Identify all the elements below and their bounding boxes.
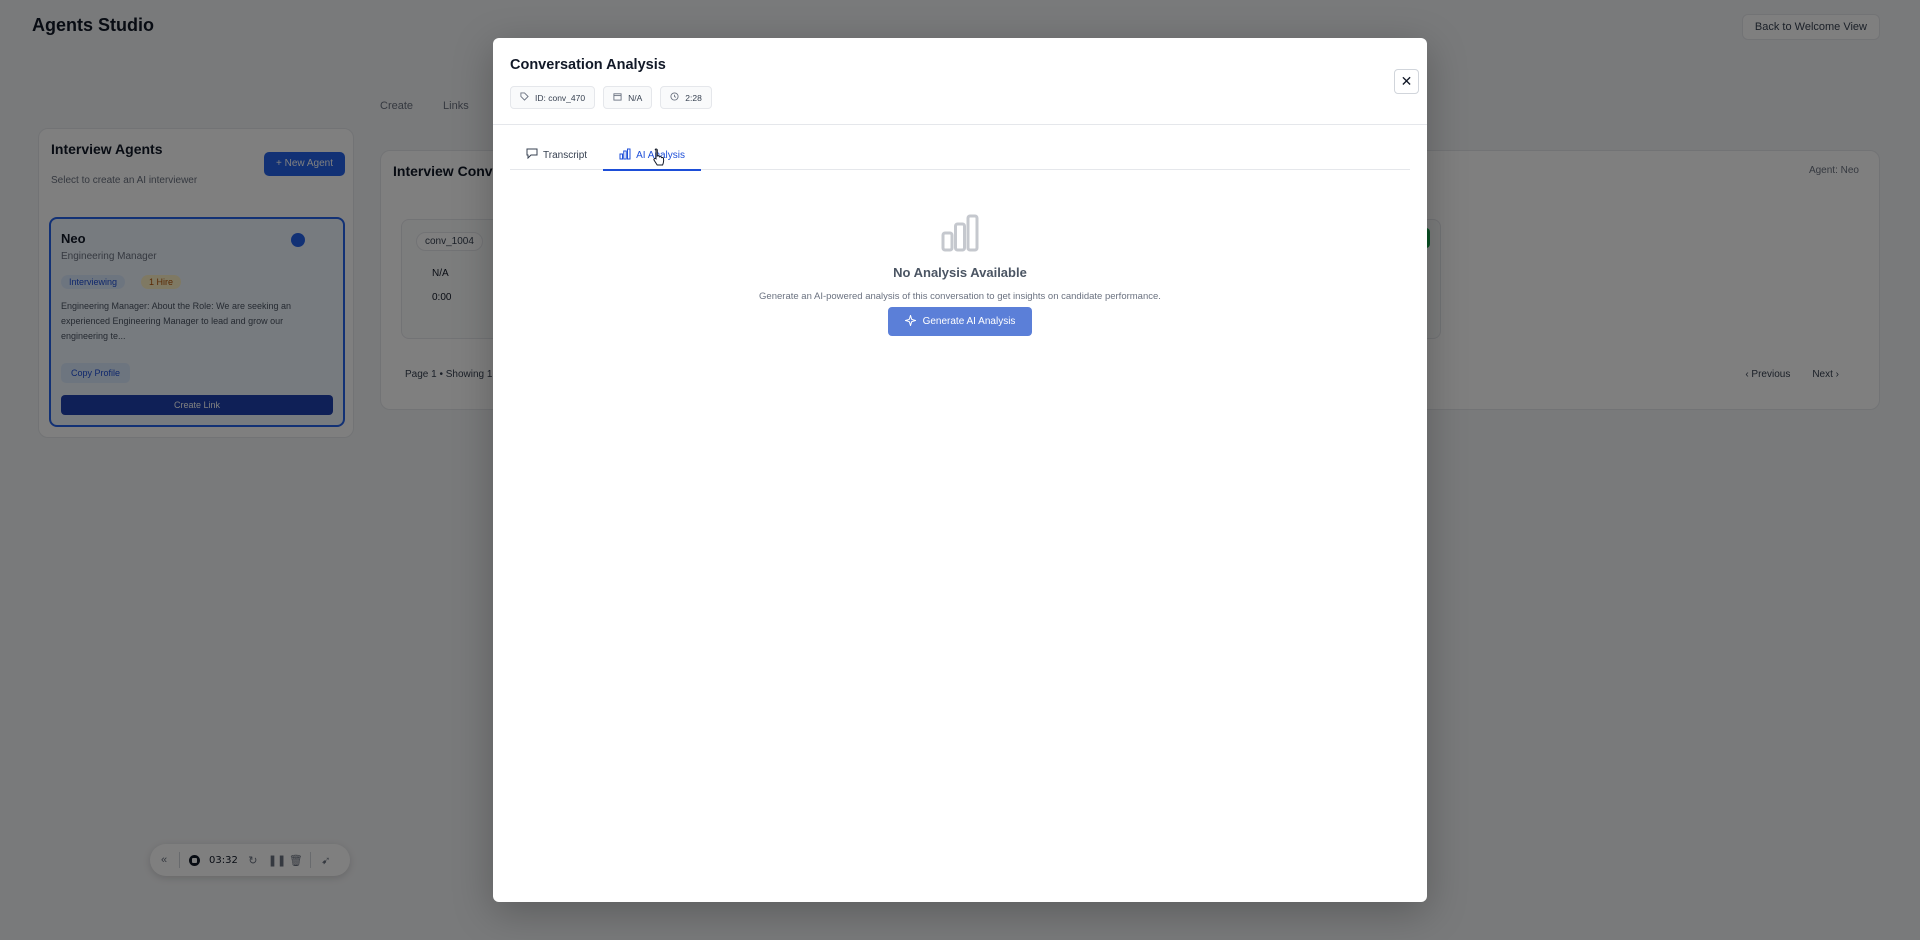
conversation-meta: ID: conv_470 N/A 2:28 xyxy=(510,86,712,109)
bar-chart-icon xyxy=(941,214,979,252)
empty-state-text: Generate an AI-powered analysis of this … xyxy=(759,291,1161,302)
bar-chart-icon xyxy=(619,148,631,163)
generate-button-label: Generate AI Analysis xyxy=(922,316,1016,327)
message-icon xyxy=(526,148,538,162)
conversation-duration-chip: 2:28 xyxy=(660,86,712,109)
tag-icon xyxy=(520,92,529,103)
modal-header: Conversation Analysis ID: conv_470 N/A 2… xyxy=(493,38,1427,125)
mouse-cursor-icon xyxy=(653,148,665,166)
tab-transcript-label: Transcript xyxy=(543,149,588,161)
empty-state: No Analysis Available Generate an AI-pow… xyxy=(493,213,1427,336)
calendar-icon xyxy=(613,92,622,103)
conversation-duration: 2:28 xyxy=(685,92,702,103)
close-icon: ✕ xyxy=(1400,73,1413,89)
clock-icon xyxy=(670,92,679,103)
generate-ai-analysis-button[interactable]: Generate AI Analysis xyxy=(887,307,1033,336)
sparkle-icon xyxy=(903,313,917,329)
conversation-analysis-modal: Conversation Analysis ID: conv_470 N/A 2… xyxy=(493,38,1427,902)
conversation-id-chip: ID: conv_470 xyxy=(510,86,596,109)
conversation-date: N/A xyxy=(628,92,643,103)
tab-transcript[interactable]: Transcript xyxy=(510,140,603,170)
modal-tabs: Transcript AI Analysis xyxy=(510,140,1410,171)
conversation-id: ID: conv_470 xyxy=(535,92,586,103)
modal-title: Conversation Analysis xyxy=(510,57,666,73)
close-button[interactable]: ✕ xyxy=(1394,69,1419,94)
conversation-date-chip: N/A xyxy=(603,86,653,109)
empty-state-title: No Analysis Available xyxy=(893,265,1027,280)
